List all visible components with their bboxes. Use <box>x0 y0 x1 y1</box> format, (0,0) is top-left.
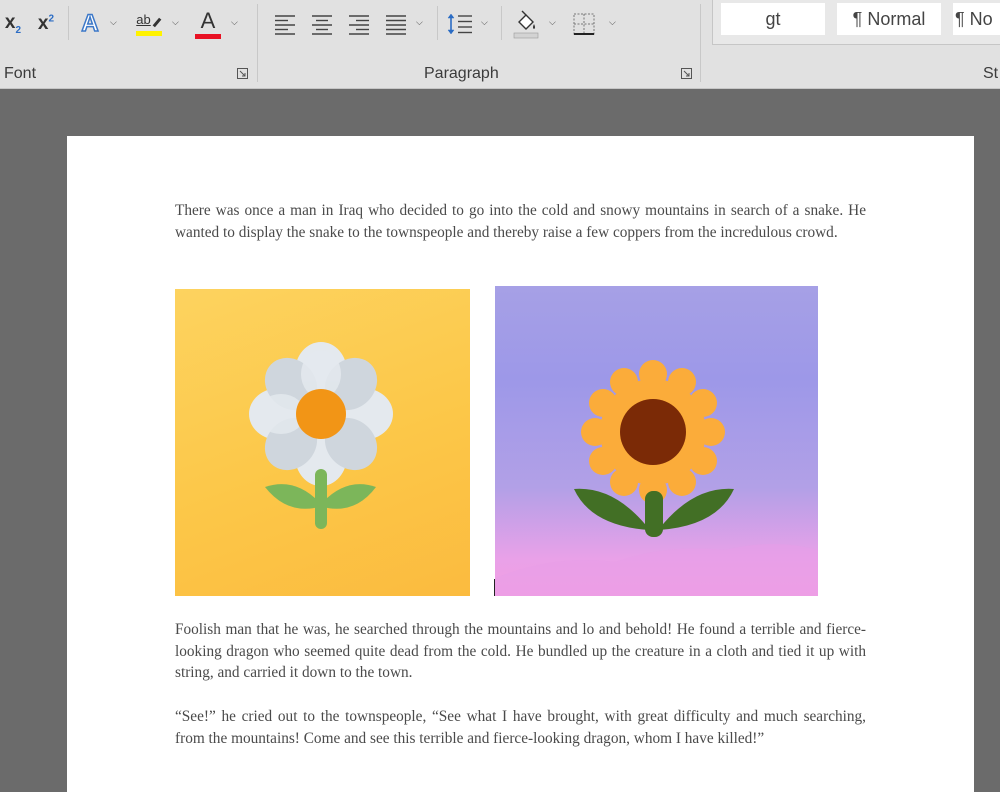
font-color-button[interactable]: A <box>192 8 224 40</box>
borders-icon[interactable] <box>572 12 596 36</box>
paragraph-2[interactable]: Foolish man that he was, he searched thr… <box>175 619 866 684</box>
shading-bucket-icon[interactable] <box>511 9 541 39</box>
styles-gallery: gt ¶ Normal ¶ No <box>712 0 1000 45</box>
ribbon-divider <box>68 6 69 40</box>
text-cursor <box>494 579 495 596</box>
text-effects-button[interactable]: A <box>76 9 104 39</box>
style-item-normal[interactable]: ¶ Normal <box>837 3 941 35</box>
align-right-icon[interactable] <box>347 13 371 35</box>
style-item-no-spacing[interactable]: ¶ No <box>953 3 1000 35</box>
paragraph-3[interactable]: “See!” he cried out to the townspeople, … <box>175 706 866 749</box>
daisy-icon <box>249 342 393 529</box>
sunflower-image[interactable] <box>495 286 818 596</box>
styles-group-label: St <box>983 65 999 82</box>
line-spacing-icon[interactable] <box>446 12 474 36</box>
style-item-1[interactable]: gt <box>721 3 825 35</box>
align-center-icon[interactable] <box>310 13 334 35</box>
font-color-swatch <box>195 33 221 39</box>
justify-dropdown-arrow[interactable]: ⌵ <box>416 17 423 28</box>
ribbon: x2 x2 A ⌵ ab ⌵ A ⌵ Font ⌵ ⌵ ⌵ ⌵ Paragrap… <box>0 0 1000 89</box>
sunflower-icon <box>495 360 818 596</box>
font-dialog-launcher-icon[interactable] <box>237 68 248 79</box>
text-highlight-color-button[interactable]: ab <box>133 8 165 40</box>
font-group-label: Font <box>4 65 37 82</box>
subscript-button[interactable]: x2 <box>0 10 26 38</box>
highlight-color-swatch <box>136 31 162 36</box>
group-divider <box>700 4 701 82</box>
paragraph-1[interactable]: There was once a man in Iraq who decided… <box>175 200 866 243</box>
superscript-icon: x2 <box>37 13 55 34</box>
superscript-button[interactable]: x2 <box>32 10 60 38</box>
ribbon-divider <box>501 6 502 40</box>
paragraph-dialog-launcher-icon[interactable] <box>681 68 692 79</box>
document-page[interactable]: There was once a man in Iraq who decided… <box>67 136 974 792</box>
justify-icon[interactable] <box>384 13 408 35</box>
shading-dropdown-arrow[interactable]: ⌵ <box>549 17 556 28</box>
daisy-image[interactable] <box>175 289 470 596</box>
font-color-icon: A <box>200 7 216 33</box>
ribbon-divider <box>437 6 438 40</box>
group-divider <box>257 4 258 82</box>
font-color-dropdown-arrow[interactable]: ⌵ <box>231 17 238 28</box>
text-effects-dropdown-arrow[interactable]: ⌵ <box>110 17 117 28</box>
subscript-icon: x2 <box>4 12 22 36</box>
align-left-icon[interactable] <box>273 13 297 35</box>
text-effects-icon: A <box>81 9 100 38</box>
paragraph-group-label: Paragraph <box>424 65 499 82</box>
borders-dropdown-arrow[interactable]: ⌵ <box>609 17 616 28</box>
highlight-dropdown-arrow[interactable]: ⌵ <box>172 17 179 28</box>
highlighter-icon: ab <box>136 12 162 28</box>
line-spacing-dropdown-arrow[interactable]: ⌵ <box>481 17 488 28</box>
